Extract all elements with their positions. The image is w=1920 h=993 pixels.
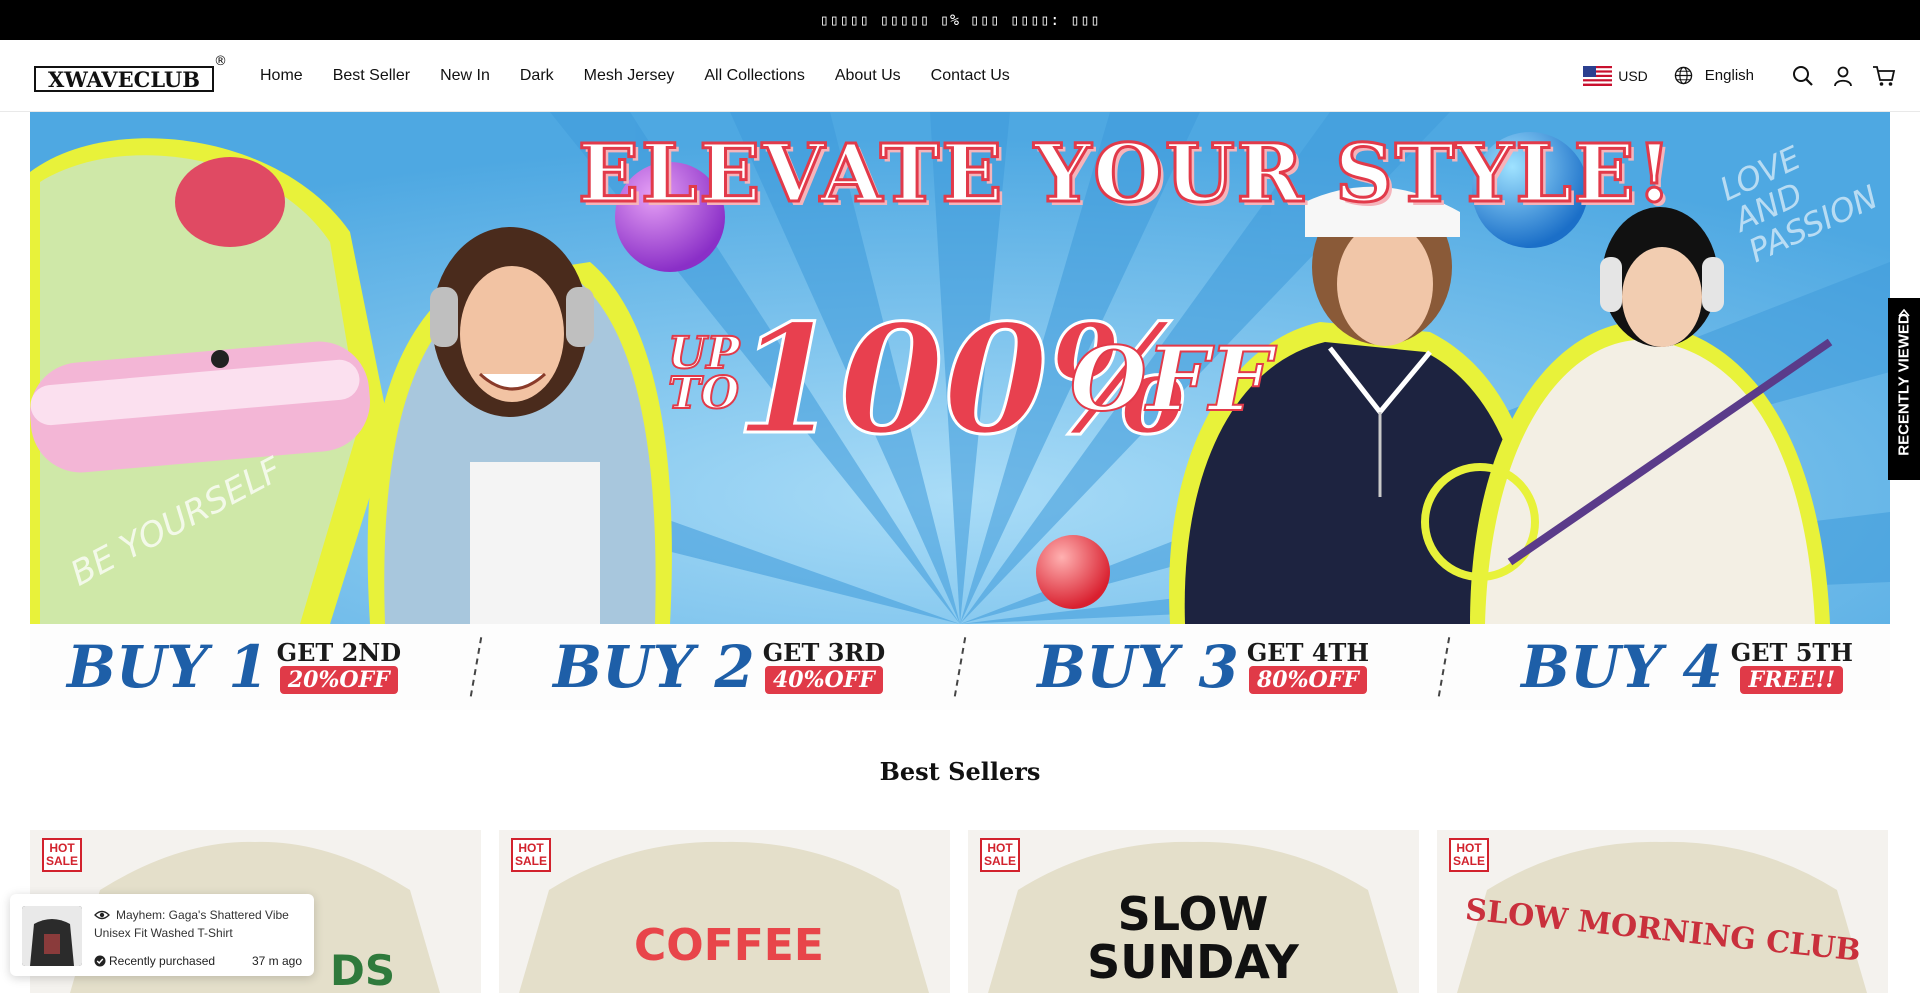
deal-get: GET 4TH [1246,638,1370,667]
logo[interactable]: XWAVECLUB ® [34,54,227,92]
hero-off: OFF [1069,326,1273,432]
hot-sale-badge: HOT SALE [42,838,82,872]
recently-viewed-label: RECENTLY VIEWED [1895,313,1913,456]
deal-off-badge: 20%OFF [279,666,398,694]
hero-love-and-passion: LOVE AND PASSION [1714,118,1884,270]
nav-home[interactable]: Home [260,67,303,85]
account-icon[interactable] [1832,65,1854,87]
header-actions: USD English [1583,40,1896,111]
currency-selector[interactable]: USD [1583,65,1648,86]
nav-contact-us[interactable]: Contact Us [931,67,1010,85]
announcement-text: ▯▯▯▯▯ ▯▯▯▯▯ ▯% ▯▯▯ ▯▯▯▯: ▯▯▯ [819,11,1101,29]
product-image: SLOW SUNDAY [968,830,1419,993]
hero-up-to-line2: TO [667,368,740,419]
cart-icon[interactable] [1872,65,1896,87]
deal-divider [954,637,969,697]
product-print-line1: SLOW [1118,887,1269,941]
product-card[interactable]: SLOW MORNING CLUB HOT SALE [1437,830,1888,993]
check-circle-icon [94,955,106,967]
best-sellers-title: Best Sellers [879,757,1041,786]
deal-off-badge: 80%OFF [1248,666,1367,694]
site-header: XWAVECLUB ® Home Best Seller New In Dark… [0,40,1920,112]
product-card[interactable]: COFFEE HOT SALE [499,830,950,993]
nav-all-collections[interactable]: All Collections [704,67,804,85]
deal-side: GET 3RD 40%OFF [763,640,885,694]
product-print-line2: SUNDAY [1087,935,1299,989]
toast-product-thumbnail [22,906,82,966]
hot-sale-badge: HOT SALE [980,838,1020,872]
currency-label: USD [1618,67,1648,84]
main-nav: Home Best Seller New In Dark Mesh Jersey… [260,40,1040,111]
hero-headline: ELEVATE YOUR STYLE! [577,125,1674,222]
toast-status: Recently purchased [94,954,215,968]
recently-viewed-tab[interactable]: RECENTLY VIEWED [1888,298,1920,480]
product-print: COFFEE [634,920,824,971]
toast-product-title: Mayhem: Gaga's Shattered Vibe Unisex Fit… [94,908,289,940]
language-label: English [1704,67,1754,84]
bundle-promo-strip[interactable]: BUY 1 GET 2ND 20%OFF BUY 2 GET 3RD 40%OF… [30,624,1890,710]
search-icon[interactable] [1792,65,1814,87]
hot-sale-badge: HOT SALE [1449,838,1489,872]
product-print: DS [330,946,395,993]
deal-item: BUY 2 GET 3RD 40%OFF [553,633,885,701]
hero-up-to: UP TO [667,331,740,419]
nav-new-in[interactable]: New In [440,67,490,85]
deal-item: BUY 3 GET 4TH 80%OFF [1037,633,1369,701]
recent-purchase-toast[interactable]: Mayhem: Gaga's Shattered Vibe Unisex Fit… [10,894,314,976]
deal-side: GET 2ND 20%OFF [277,640,401,694]
announcement-bar: ▯▯▯▯▯ ▯▯▯▯▯ ▯% ▯▯▯ ▯▯▯▯: ▯▯▯ [0,0,1920,40]
toast-status-text: Recently purchased [109,954,216,968]
deal-item: BUY 1 GET 2ND 20%OFF [67,633,401,701]
product-image: SLOW MORNING CLUB [1437,830,1888,993]
hot-sale-badge: HOT SALE [511,838,551,872]
language-selector[interactable]: English [1674,66,1754,85]
hero-be-yourself: BE YOURSELF [64,449,289,595]
nav-mesh-jersey[interactable]: Mesh Jersey [584,67,675,85]
globe-icon [1674,66,1693,85]
deal-get: GET 2ND [276,638,402,667]
product-image: COFFEE [499,830,950,993]
nav-about-us[interactable]: About Us [835,67,901,85]
deal-off-badge: 40%OFF [764,666,883,694]
hero-text-layer: ELEVATE YOUR STYLE! UP TO 100% OFF BE YO… [30,112,1890,624]
deal-side: GET 4TH 80%OFF [1247,640,1369,694]
deal-buy: BUY 4 [1521,633,1723,701]
us-flag-icon [1583,65,1613,86]
deal-buy: BUY 1 [67,633,269,701]
deal-item: BUY 4 GET 5TH FREE!! [1521,633,1853,701]
hero-banner[interactable]: ELEVATE YOUR STYLE! UP TO 100% OFF BE YO… [30,112,1890,624]
nav-best-seller[interactable]: Best Seller [333,67,410,85]
deal-get: GET 5TH [1730,638,1853,667]
registered-mark: ® [214,54,227,69]
deal-side: GET 5TH FREE!! [1731,640,1853,694]
deal-divider [1437,637,1453,697]
deal-get: GET 3RD [762,638,886,667]
deal-off-badge: FREE!! [1740,666,1844,694]
deal-divider [469,637,485,697]
product-card[interactable]: SLOW SUNDAY HOT SALE [968,830,1419,993]
toast-time: 37 m ago [251,954,302,968]
deal-buy: BUY 2 [553,633,755,701]
logo-text: XWAVECLUB [34,66,214,92]
deal-buy: BUY 3 [1037,633,1239,701]
nav-dark[interactable]: Dark [520,67,554,85]
